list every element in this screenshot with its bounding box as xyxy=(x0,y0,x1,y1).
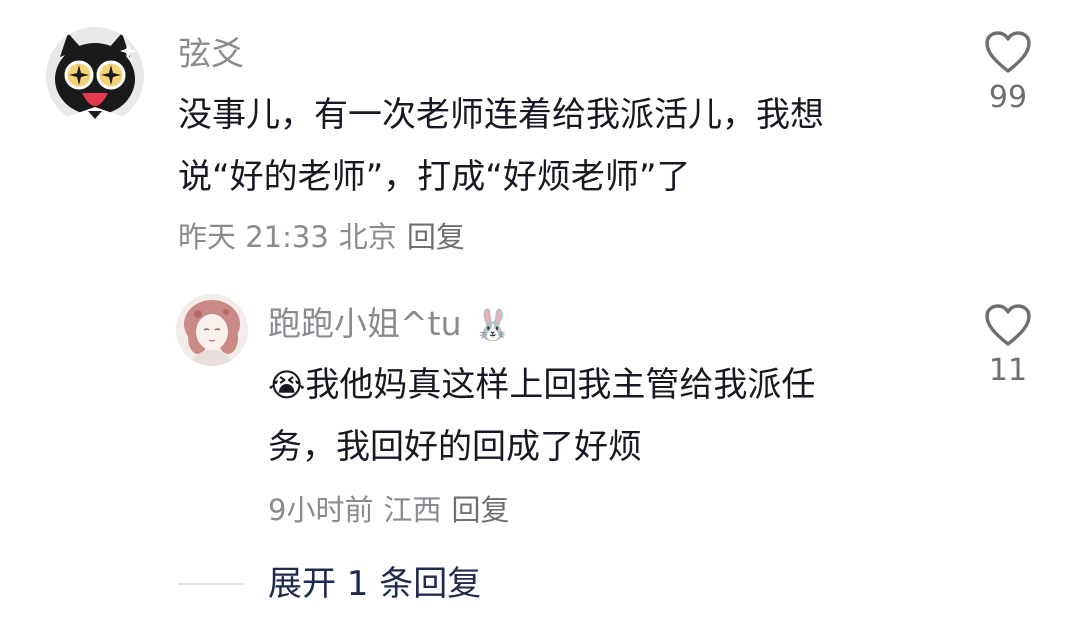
like-count: 99 xyxy=(988,80,1028,115)
like-group: 11 xyxy=(968,303,1048,389)
reply-username[interactable]: 跑跑小姐^tu 🐰 xyxy=(268,304,511,346)
comment-text: 没事儿，有一次老师连着给我派活儿，我想 说“好的老师”，打成“好烦老师”了 xyxy=(178,84,824,208)
crying-face-icon: 😭 xyxy=(268,366,306,404)
comment-location: 北京 xyxy=(338,220,397,254)
avatar[interactable] xyxy=(176,294,248,366)
reply-meta: 9小时前 江西 回复 xyxy=(268,492,519,528)
reply-text-line1: 我他妈真这样上回我主管给我派任 xyxy=(305,365,816,405)
reply-time: 9小时前 xyxy=(268,493,374,527)
avatar[interactable] xyxy=(46,27,144,125)
like-group: 99 xyxy=(968,30,1048,116)
comment-text-line: 说“好的老师”，打成“好烦老师”了 xyxy=(178,157,691,197)
comment-username[interactable]: 弦爻 xyxy=(178,34,244,74)
expand-replies-button[interactable]: 展开 1 条回复 xyxy=(268,564,481,604)
reply-text: 😭我他妈真这样上回我主管给我派任 务，我回好的回成了好烦 xyxy=(268,354,815,478)
comment-meta: 昨天 21:33 北京 回复 xyxy=(178,219,475,255)
reply-username-text: 跑跑小姐^tu xyxy=(268,304,462,343)
reply-text-line: 😭我他妈真这样上回我主管给我派任 xyxy=(268,354,815,416)
like-count: 11 xyxy=(988,353,1028,388)
reply-text-line: 务，我回好的回成了好烦 xyxy=(268,427,642,467)
comment-time: 昨天 21:33 xyxy=(178,220,329,254)
heart-icon[interactable] xyxy=(968,303,1048,347)
heart-icon[interactable] xyxy=(968,30,1048,74)
cartoon-cat-avatar-icon xyxy=(46,27,144,125)
divider xyxy=(178,583,244,585)
rabbit-icon: 🐰 xyxy=(474,308,512,343)
comment-text-line: 没事儿，有一次老师连着给我派活儿，我想 xyxy=(178,95,824,135)
reply-button[interactable]: 回复 xyxy=(407,220,465,254)
illustrated-girl-avatar-icon xyxy=(176,294,248,366)
reply-location: 江西 xyxy=(383,493,442,527)
reply-button[interactable]: 回复 xyxy=(451,493,509,527)
